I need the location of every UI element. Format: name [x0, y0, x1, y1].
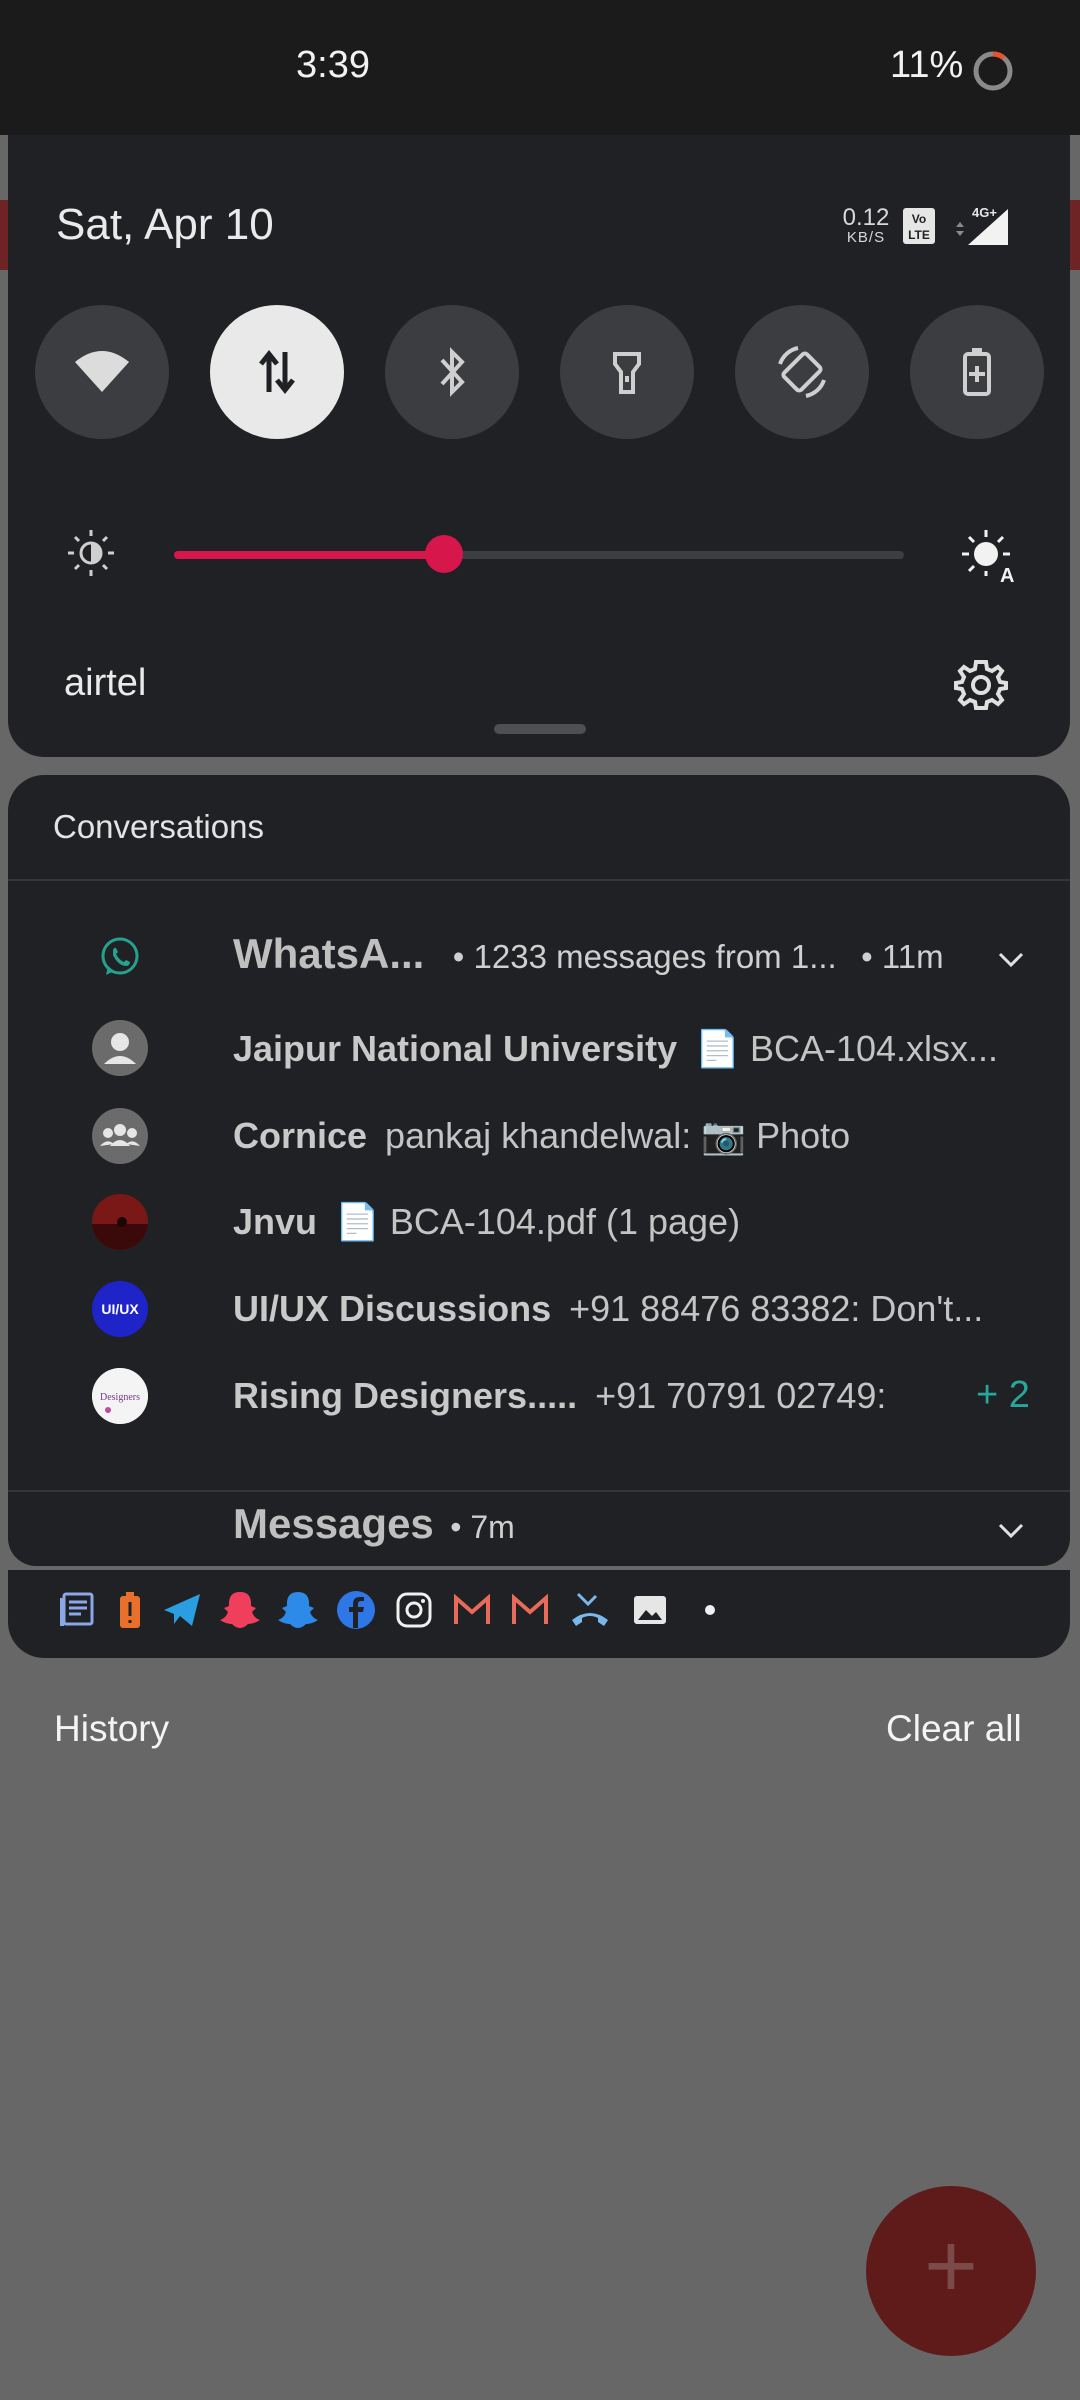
list-item-body: pankaj khandelwal: 📷 Photo — [385, 1115, 851, 1156]
conversations-card — [8, 775, 1070, 1566]
brightness-auto-icon[interactable]: A — [960, 528, 1016, 584]
avatar: Designers — [92, 1368, 148, 1424]
gmail-icon — [454, 1593, 490, 1624]
battery-saver-icon — [963, 348, 991, 396]
list-item-sender: Cornice — [233, 1115, 368, 1156]
list-item[interactable]: Jaipur National University 📄 BCA-104.xlsx… — [233, 1025, 1033, 1073]
battery-percent: 11% — [890, 44, 964, 86]
messages-app-name: Messages — [233, 1500, 434, 1547]
list-item-sender: UI/UX Discussions — [233, 1288, 552, 1329]
svg-text:Vo: Vo — [912, 212, 926, 226]
list-item[interactable]: Rising Designers..... +91 70791 02749: — [233, 1372, 933, 1420]
group-icon — [100, 1124, 140, 1146]
network-speed-unit: KB/S — [846, 229, 886, 246]
divider — [8, 1490, 1070, 1492]
whatsapp-group-header[interactable]: WhatsA... • 1233 messages from 1... • 11… — [233, 930, 1033, 986]
whatsapp-time: • 11m — [861, 938, 944, 975]
more-dot-icon — [705, 1605, 715, 1615]
messages-time: • 7m — [450, 1509, 515, 1545]
network-type-label: 4G+ — [972, 205, 997, 220]
avatar — [92, 1108, 148, 1164]
whatsapp-app-name: WhatsA... — [233, 930, 425, 977]
carrier-label: airtel — [64, 662, 147, 704]
list-item-sender: Jaipur National University — [233, 1028, 678, 1069]
wifi-icon — [75, 351, 129, 392]
list-item-body: +91 70791 02749: — [595, 1375, 887, 1416]
divider — [8, 879, 1070, 881]
messages-group-header[interactable]: Messages • 7m — [233, 1500, 515, 1548]
rising-designers-logo: Designers — [92, 1368, 148, 1424]
chevron-down-icon[interactable] — [994, 943, 1028, 977]
photo-avatar — [92, 1194, 148, 1250]
conversations-header: Conversations — [53, 808, 264, 845]
snapchat-blue-icon — [278, 1592, 318, 1628]
brightness-low-icon — [68, 530, 114, 576]
list-item[interactable]: Cornice pankaj khandelwal: 📷 Photo — [233, 1112, 1033, 1160]
svg-text:A: A — [1000, 565, 1014, 584]
status-time: 3:39 — [296, 44, 370, 86]
whatsapp-icon — [101, 937, 139, 975]
list-item[interactable]: UI/UX Discussions +91 88476 83382: Don't.… — [233, 1285, 1033, 1333]
instagram-icon — [396, 1592, 432, 1628]
signal-4g-icon: 4G+ — [956, 205, 1008, 245]
snapchat-red-icon — [220, 1592, 260, 1628]
whatsapp-summary: • 1233 messages from 1... — [452, 938, 837, 975]
wifi-tile[interactable] — [35, 305, 169, 439]
auto-rotate-tile[interactable] — [735, 305, 869, 439]
rising-logo-text: Designers — [100, 1392, 140, 1403]
flashlight-tile[interactable] — [560, 305, 694, 439]
uiux-logo: UI/UX — [92, 1281, 148, 1337]
plus-icon: + — [924, 2215, 978, 2317]
svg-text:LTE: LTE — [908, 228, 930, 242]
panel-drag-handle[interactable] — [494, 724, 586, 734]
volte-icon: Vo LTE — [903, 208, 935, 244]
mobile-data-icon — [259, 349, 295, 395]
list-item[interactable]: Jnvu 📄 BCA-104.pdf (1 page) — [233, 1198, 1033, 1246]
missed-call-icon — [572, 1592, 608, 1626]
battery-saver-tile[interactable] — [910, 305, 1044, 439]
list-item-sender: Rising Designers..... — [233, 1375, 578, 1416]
list-item-body: +91 88476 83382: Don't... — [569, 1288, 984, 1329]
add-fab-button[interactable]: + — [866, 2186, 1036, 2356]
chevron-down-icon[interactable] — [994, 1514, 1028, 1548]
list-item-body: 📄 BCA-104.xlsx... — [695, 1028, 999, 1069]
avatar: UI/UX — [92, 1281, 148, 1337]
gmail-icon — [512, 1593, 548, 1624]
gallery-icon — [634, 1596, 666, 1624]
more-count-badge: + 2 — [976, 1374, 1030, 1416]
bluetooth-icon — [440, 347, 465, 397]
person-icon — [104, 1033, 136, 1064]
telegram-icon — [164, 1594, 200, 1626]
list-item-sender: Jnvu — [233, 1201, 318, 1242]
brightness-slider-fill — [174, 551, 444, 559]
network-speed-value: 0.12 — [842, 204, 890, 231]
avatar — [92, 1194, 148, 1250]
avatar — [92, 1020, 148, 1076]
bluetooth-tile[interactable] — [385, 305, 519, 439]
settings-gear-icon[interactable] — [954, 658, 1008, 712]
network-speed: 0.12 KB/S — [836, 206, 896, 246]
uiux-logo-text: UI/UX — [101, 1301, 139, 1317]
clear-all-button[interactable]: Clear all — [886, 1708, 1022, 1750]
mobile-data-tile[interactable] — [210, 305, 344, 439]
flashlight-icon — [613, 352, 641, 394]
date-label: Sat, Apr 10 — [56, 200, 274, 249]
auto-rotate-icon — [778, 346, 826, 398]
history-button[interactable]: History — [54, 1708, 169, 1750]
facebook-icon — [337, 1591, 375, 1629]
brightness-slider-thumb[interactable] — [425, 535, 463, 573]
news-icon — [60, 1592, 94, 1626]
battery-alert-icon — [120, 1592, 140, 1628]
list-item-body: 📄 BCA-104.pdf (1 page) — [335, 1201, 741, 1242]
battery-ring-icon — [973, 51, 1013, 91]
